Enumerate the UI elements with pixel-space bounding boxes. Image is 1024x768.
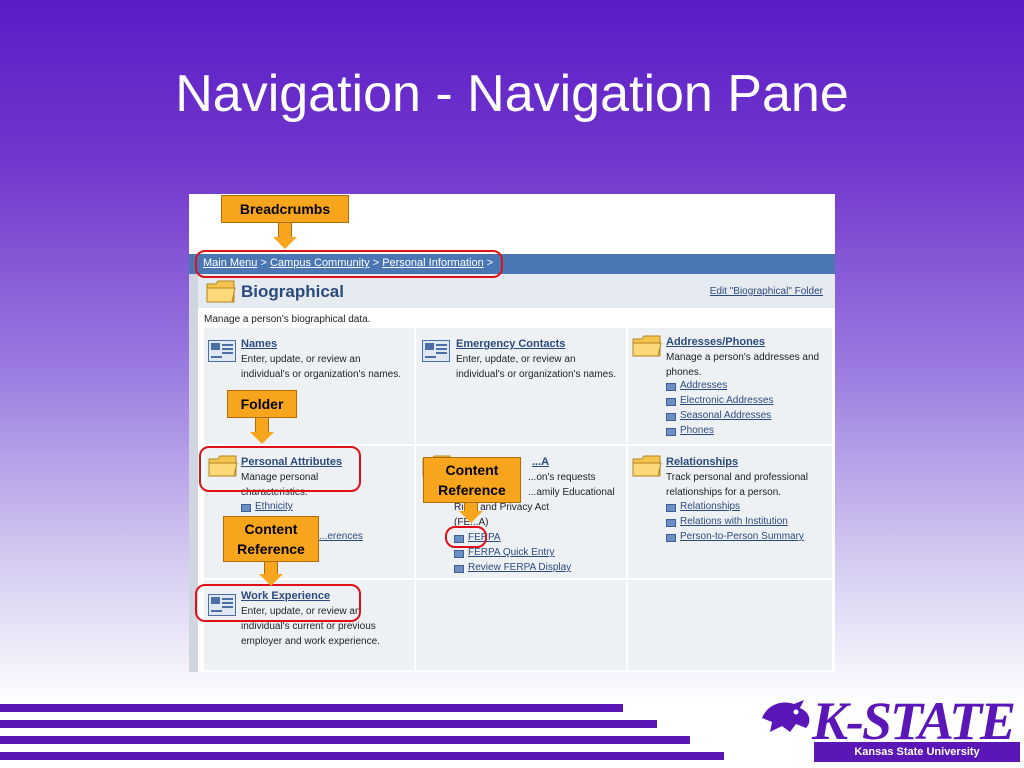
content-reference-icon [666,534,676,542]
ferpa-description-line-1: ...on's requests [528,472,596,483]
electronic-addresses-link[interactable]: Electronic Addresses [680,395,773,406]
work-experience-highlight-ring [195,584,361,622]
content-reference-icon [666,398,676,406]
relationships-link[interactable]: Relationships [666,456,738,468]
content-reference-icon [454,550,464,558]
content-reference-icon [666,383,676,391]
page-description: Manage a person's biographical data. [204,314,371,325]
emergency-contacts-description: Enter, update, or review an individual's… [456,354,617,380]
screenshot-panel: Main Menu > Campus Community > Personal … [189,194,835,672]
content-reference-highlight-ring [445,526,487,548]
folder-callout: Folder [227,390,297,418]
content-reference-icon [666,504,676,512]
content-reference-icon [208,340,236,362]
wildcat-icon [762,700,810,732]
addresses-phones-link[interactable]: Addresses/Phones [666,336,765,348]
breadcrumb-highlight-ring [195,250,503,278]
preferences-link[interactable]: ...erences [319,531,363,542]
edit-folder-link[interactable]: Edit "Biographical" Folder [710,286,823,297]
footer-stripe [0,752,724,760]
content-reference-icon [241,504,251,512]
folder-icon [206,280,236,303]
relations-with-institution-link[interactable]: Relations with Institution [680,516,788,527]
content-reference-callout-2-arrow [264,562,278,574]
breadcrumbs-callout: Breadcrumbs [221,195,349,223]
relationships-description: Track personal and professional relation… [666,472,808,498]
content-reference-callout-2-arrow-head [259,574,283,586]
footer-stripe [0,704,623,712]
content-reference-callout-arrow-head [459,511,483,523]
relationships-sub-link[interactable]: Relationships [680,501,740,512]
person-to-person-summary-link[interactable]: Person-to-Person Summary [680,531,804,542]
footer-stripe [0,736,690,744]
grid-cell-emergency-contacts: Emergency Contacts Enter, update, or rev… [416,328,628,446]
grid-cell-empty [628,580,834,672]
grid-cell-relationships: Relationships Track personal and profess… [628,446,834,580]
content-reference-icon [666,428,676,436]
grid-cell-names: Names Enter, update, or review an indivi… [204,328,416,446]
breadcrumbs-callout-arrow-head [273,237,297,249]
folder-header: Biographical Edit "Biographical" Folder [198,274,835,308]
emergency-contacts-link[interactable]: Emergency Contacts [456,338,565,350]
ferpa-folder-link[interactable]: ...A [532,456,549,468]
content-reference-icon [422,340,450,362]
phones-link[interactable]: Phones [680,425,714,436]
folder-icon [632,335,662,357]
content-reference-callout: Content Reference [423,457,521,503]
grid-cell-addresses-phones: Addresses/Phones Manage a person's addre… [628,328,834,446]
content-reference-icon [666,519,676,527]
breadcrumbs-callout-arrow [278,223,292,237]
ferpa-quick-entry-link[interactable]: FERPA Quick Entry [468,547,555,558]
addresses-phones-description: Manage a person's addresses and phones. [666,352,820,378]
review-ferpa-display-link[interactable]: Review FERPA Display [468,562,571,573]
content-reference-icon [454,565,464,573]
content-reference-callout-2: Content Reference [223,516,319,562]
seasonal-addresses-link[interactable]: Seasonal Addresses [680,410,771,421]
ethnicity-link[interactable]: Ethnicity [255,501,293,512]
page-title: Biographical [241,282,344,301]
addresses-link[interactable]: Addresses [680,380,727,391]
ferpa-description-line-2: ...amily Educational [528,487,615,498]
folder-icon [632,455,662,477]
names-link[interactable]: Names [241,338,277,350]
university-banner: Kansas State University [814,742,1020,762]
content-reference-icon [666,413,676,421]
grid-cell-empty [416,580,628,672]
folder-callout-arrow [255,418,269,432]
content-reference-callout-arrow [464,503,478,511]
kstate-logo: K-STATE Kansas State University [760,690,1020,764]
folder-callout-arrow-head [250,432,274,444]
folder-highlight-ring [199,446,361,492]
footer-stripe [0,720,657,728]
slide-title: Navigation - Navigation Pane [175,65,849,123]
